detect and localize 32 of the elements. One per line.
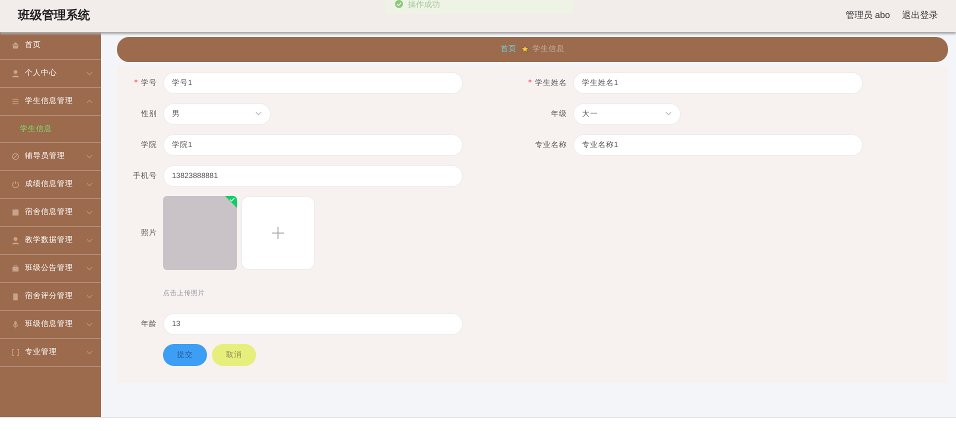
logout-link[interactable]: 退出登录 [902,9,938,22]
chevron-down-icon [86,350,93,355]
success-toast: 操作成功 [385,0,573,14]
person-icon [11,68,20,78]
microphone-icon [11,320,20,329]
house-icon [11,40,20,50]
star-icon [520,45,528,54]
chevron-down-icon [86,182,93,187]
person-icon [11,236,20,245]
chevron-up-icon [86,98,93,104]
check-circle-icon [395,0,403,8]
plus-icon [271,226,285,240]
square-icon [11,208,20,217]
power-icon [11,180,20,189]
slashed-circle-icon [11,152,20,161]
chevron-down-icon [86,322,93,327]
chevron-down-icon [86,210,93,215]
chevron-down-icon [665,111,672,116]
clipboard-icon [11,292,20,301]
chevron-down-icon [255,111,262,116]
chevron-down-icon [86,238,93,243]
chevron-down-icon [86,70,93,76]
brackets-icon [11,348,20,357]
user-name: 管理员 abo [845,9,890,22]
list-icon [11,96,20,106]
briefcase-icon [11,264,20,273]
app-title: 班级管理系统 [18,7,90,24]
chevron-down-icon [86,154,93,159]
chevron-down-icon [86,294,93,299]
add-photo-button[interactable] [241,196,315,270]
check-corner-icon [225,196,237,208]
chevron-down-icon [86,266,93,271]
